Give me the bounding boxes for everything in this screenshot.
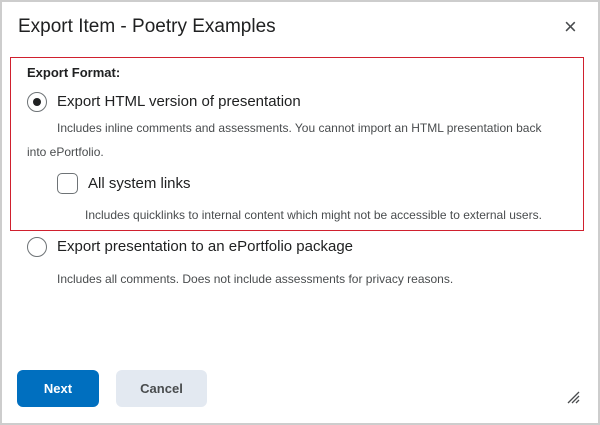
dialog-title: Export Item - Poetry Examples [18,16,276,37]
checkbox-all-system-links[interactable] [57,173,78,194]
checkbox-description: Includes quicklinks to internal content … [85,208,542,222]
radio-export-package[interactable] [27,237,47,257]
next-button[interactable]: Next [17,370,99,407]
cancel-button[interactable]: Cancel [116,370,207,407]
export-format-label: Export Format: [27,65,121,80]
option-export-html-label[interactable]: Export HTML version of presentation [57,93,301,110]
option-export-package-label[interactable]: Export presentation to an ePortfolio pac… [57,238,353,255]
option-export-html-description: Includes inline comments and assessments… [57,121,542,135]
option-export-html-description-cont: into ePortfolio. [27,145,104,159]
radio-export-html[interactable] [27,92,47,112]
checkbox-all-system-links-label[interactable]: All system links [88,175,191,192]
resize-handle-icon[interactable] [566,390,580,407]
close-icon[interactable]: × [564,14,577,40]
option-export-package-description: Includes all comments. Does not include … [57,272,454,286]
highlight-box [10,57,584,231]
